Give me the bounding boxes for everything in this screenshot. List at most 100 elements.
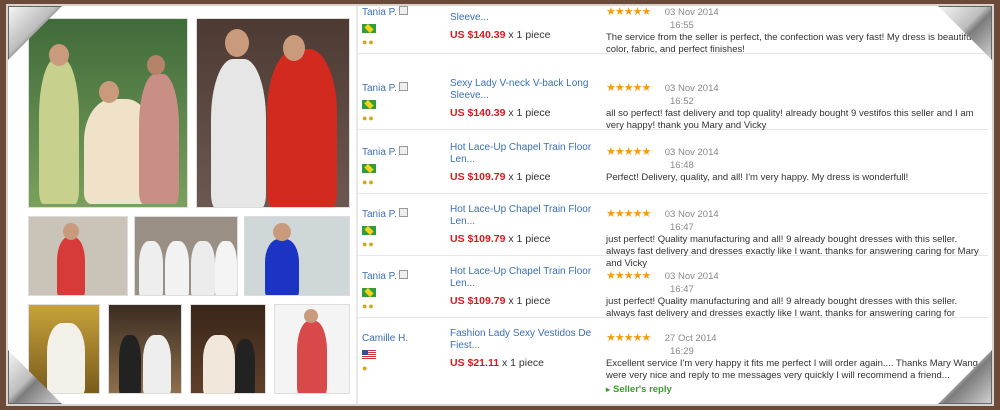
buyer-name[interactable]: Tania P. (362, 147, 397, 158)
buyer-name[interactable]: Tania P. (362, 7, 397, 18)
seller-reply-toggle[interactable]: ▸ Seller's reply (606, 384, 988, 395)
feedback-row: Tania P. ●● Sexy Lady V-neck V-back Long… (358, 68, 988, 132)
order-price: US $109.79 (450, 295, 506, 307)
feedback-content: ★★★★★ 03 Nov 2014 16:48 Perfect! Deliver… (606, 142, 988, 184)
buyer-profile-icon[interactable] (398, 208, 408, 218)
order-quantity: x 1 piece (508, 29, 551, 41)
buyer-info: Tania P. ●● (362, 78, 444, 123)
feedback-text: just perfect! Quality manufacturing and … (606, 296, 958, 319)
buyer-name[interactable]: Camille H. (362, 333, 408, 344)
buyer-level-icon: ●● (362, 239, 375, 249)
feedback-text: all so perfect! fast delivery and top qu… (606, 108, 974, 131)
feedback-text: Excellent service I'm very happy it fits… (606, 358, 986, 381)
buyer-info: Tania P. ●● (362, 204, 444, 249)
customer-photo-gallery (28, 18, 350, 403)
order-price: US $140.39 (450, 107, 506, 119)
buyer-level-icon: ●● (362, 177, 375, 187)
feedback-date: 27 Oct 2014 (664, 333, 717, 344)
feedback-date: 03 Nov 2014 (664, 7, 719, 18)
country-flag-icon (362, 100, 376, 109)
product-info: Hot Lace-Up Chapel Train Floor Len... US… (450, 266, 598, 307)
product-link[interactable]: Sexy Lady V-neck V-back Long Sleeve... (450, 78, 598, 102)
buyer-profile-icon[interactable] (398, 82, 408, 92)
order-price: US $21.11 (450, 357, 500, 369)
feedback-content: ★★★★★ 03 Nov 2014 16:47 just perfect! Qu… (606, 266, 988, 320)
product-info: Hot Lace-Up Chapel Train Floor Len... US… (450, 204, 598, 245)
feedback-text: The service from the seller is perfect, … (606, 32, 977, 55)
buyer-name[interactable]: Tania P. (362, 271, 397, 282)
feedback-row: Tania P. ●● Hot Lace-Up Chapel Train Flo… (358, 194, 988, 269)
order-price-line: US $21.11 x 1 piece (450, 357, 598, 369)
order-price: US $109.79 (450, 233, 506, 245)
feedback-list: Tania P. ●● Sleeve... US $140.39 x 1 pie… (358, 6, 988, 404)
country-flag-icon (362, 288, 376, 297)
buyer-name[interactable]: Tania P. (362, 83, 397, 94)
buyer-info: Tania P. ●● (362, 266, 444, 311)
order-quantity: x 1 piece (508, 171, 551, 183)
rating-stars-icon: ★★★★★ (606, 6, 651, 18)
order-price: US $109.79 (450, 171, 506, 183)
product-link[interactable]: Hot Lace-Up Chapel Train Floor Len... (450, 204, 598, 228)
feedback-date: 03 Nov 2014 (664, 271, 719, 282)
order-quantity: x 1 piece (508, 295, 551, 307)
country-flag-icon (362, 24, 376, 33)
feedback-date: 03 Nov 2014 (664, 209, 719, 220)
buyer-level-icon: ●● (362, 37, 375, 47)
feedback-content: ★★★★★ 27 Oct 2014 16:29 Excellent servic… (606, 328, 988, 395)
feedback-date: 03 Nov 2014 (664, 83, 719, 94)
feedback-row: Tania P. ●● Sleeve... US $140.39 x 1 pie… (358, 6, 988, 56)
order-price-line: US $109.79 x 1 piece (450, 233, 598, 245)
buyer-level-icon: ●● (362, 301, 375, 311)
feedback-time: 16:47 (670, 222, 694, 233)
buyer-level-icon: ● (362, 363, 369, 373)
customer-photo-5[interactable] (244, 216, 350, 296)
feedback-row: Camille H. ● Fashion Lady Sexy Vestidos … (358, 318, 988, 404)
feedback-row: Tania P. ●● Hot Lace-Up Chapel Train Flo… (358, 256, 988, 320)
feedback-date: 03 Nov 2014 (664, 147, 719, 158)
buyer-profile-icon[interactable] (398, 6, 408, 16)
customer-photo-1[interactable] (28, 18, 188, 208)
order-price-line: US $109.79 x 1 piece (450, 171, 598, 183)
order-price-line: US $140.39 x 1 piece (450, 29, 598, 41)
order-quantity: x 1 piece (508, 233, 551, 245)
product-link[interactable]: Hot Lace-Up Chapel Train Floor Len... (450, 266, 598, 290)
order-price-line: US $109.79 x 1 piece (450, 295, 598, 307)
country-flag-icon (362, 164, 376, 173)
buyer-info: Tania P. ●● (362, 6, 444, 47)
feedback-time: 16:55 (670, 20, 694, 31)
order-price: US $140.39 (450, 29, 506, 41)
customer-photo-3[interactable] (28, 216, 128, 296)
rating-stars-icon: ★★★★★ (606, 332, 651, 344)
feedback-row: Tania P. ●● Hot Lace-Up Chapel Train Flo… (358, 132, 988, 194)
seller-reply-label: Seller's reply (613, 384, 672, 395)
product-info: Sexy Lady V-neck V-back Long Sleeve... U… (450, 78, 598, 119)
customer-photo-6[interactable] (28, 304, 100, 394)
order-price-line: US $140.39 x 1 piece (450, 107, 598, 119)
buyer-profile-icon[interactable] (398, 270, 408, 280)
customer-photo-2[interactable] (196, 18, 350, 208)
feedback-text: Perfect! Delivery, quality, and all! I'm… (606, 172, 909, 183)
feedback-content: ★★★★★ 03 Nov 2014 16:52 all so perfect! … (606, 78, 988, 132)
country-flag-icon (362, 350, 376, 359)
customer-photo-4[interactable] (134, 216, 238, 296)
feedback-time: 16:29 (670, 346, 694, 357)
product-info: Hot Lace-Up Chapel Train Floor Len... US… (450, 142, 598, 183)
customer-photo-7[interactable] (108, 304, 182, 394)
customer-photo-9[interactable] (274, 304, 350, 394)
product-link[interactable]: Hot Lace-Up Chapel Train Floor Len... (450, 142, 598, 166)
rating-stars-icon: ★★★★★ (606, 146, 651, 158)
product-link[interactable]: Fashion Lady Sexy Vestidos De Fiest... (450, 328, 598, 352)
buyer-name[interactable]: Tania P. (362, 209, 397, 220)
customer-photo-8[interactable] (190, 304, 266, 394)
country-flag-icon (362, 226, 376, 235)
feedback-time: 16:52 (670, 96, 694, 107)
order-quantity: x 1 piece (508, 107, 551, 119)
feedback-content: ★★★★★ 03 Nov 2014 16:55 The service from… (606, 6, 988, 56)
rating-stars-icon: ★★★★★ (606, 82, 651, 94)
buyer-profile-icon[interactable] (398, 146, 408, 156)
feedback-time: 16:47 (670, 284, 694, 295)
screenshot-frame: Tania P. ●● Sleeve... US $140.39 x 1 pie… (6, 4, 994, 406)
product-link[interactable]: Sleeve... (450, 12, 598, 24)
buyer-info: Tania P. ●● (362, 142, 444, 187)
product-info: Fashion Lady Sexy Vestidos De Fiest... U… (450, 328, 598, 369)
